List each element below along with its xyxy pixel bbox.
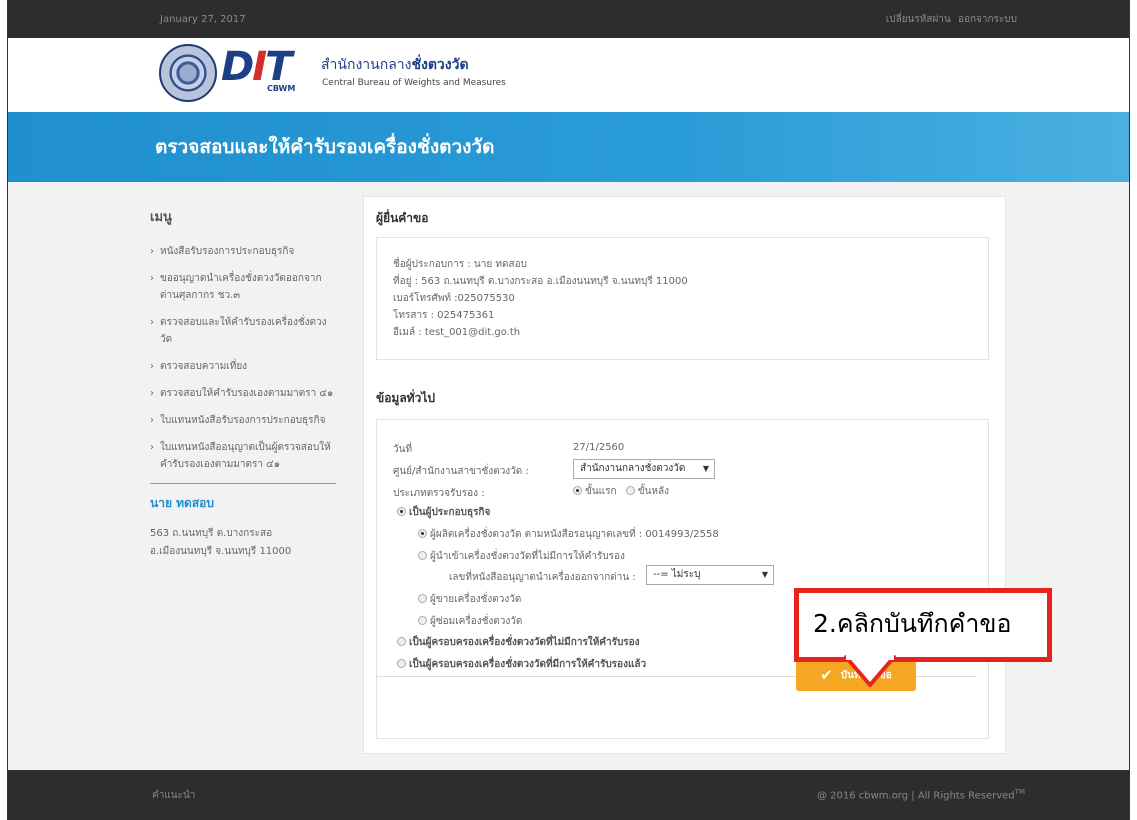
applicant-info: ชื่อผู้ประกอบการ : นาย ทดสอบ ที่อยู่ : 5… (376, 237, 989, 360)
logout-link[interactable]: ออกจากระบบ (958, 14, 1017, 25)
footer-copyright: @ 2016 cbwm.org | All Rights ReservedTM (816, 788, 1025, 802)
chevron-right-icon: › (150, 361, 154, 372)
possessor-certified-radio[interactable] (397, 659, 406, 668)
center-label: ศูนย์/สำนักงานสาขาชั่งตวงวัด : (393, 466, 529, 477)
manufacturer-radio[interactable] (418, 529, 427, 538)
center-select[interactable]: สำนักงานกลางชั่งตวงวัด ▼ (573, 459, 715, 479)
callout-pointer-icon (844, 655, 896, 687)
date-value: 27/1/2560 (573, 442, 625, 453)
chevron-right-icon: › (150, 442, 154, 453)
applicant-fax: โทรสาร : 025475361 (393, 310, 495, 321)
cert-type-first-radio[interactable] (573, 486, 582, 495)
business-operator-option: เป็นผู้ประกอบธุรกิจ (397, 505, 490, 520)
general-section-title: ข้อมูลทั่วไป (376, 391, 435, 405)
menu-title: เมนู (150, 210, 172, 225)
date-label: วันที่ (393, 444, 413, 455)
chevron-right-icon: › (150, 246, 154, 257)
cert-type-options: ขั้นแรก ขั้นหลัง (573, 484, 669, 499)
business-operator-radio[interactable] (397, 507, 406, 516)
applicant-phone: เบอร์โทรศัพท์ :025075530 (393, 293, 515, 304)
chevron-right-icon: › (150, 273, 154, 284)
possessor-certified-option: เป็นผู้ครอบครองเครื่องชั่งตวงวัดที่มีการ… (397, 657, 646, 672)
chevron-right-icon: › (150, 317, 154, 328)
sidebar-item-replacement-cert[interactable]: › ใบแทนหนังสือรับรองการประกอบธุรกิจ (150, 412, 336, 429)
page-title: ตรวจสอบและให้คำรับรองเครื่องชั่งตวงวัด (155, 136, 495, 158)
dropdown-arrow-icon: ▼ (702, 464, 709, 473)
applicant-email: อีเมล์ : test_001@dit.go.th (393, 327, 521, 338)
sidebar: เมนู › หนังสือรับรองการประกอบธุรกิจ › ขออน… (150, 206, 336, 561)
form-panel: ผู้ยื่นคำขอ ชื่อผู้ประกอบการ : นาย ทดสอบ… (363, 196, 1006, 754)
applicant-section-title: ผู้ยื่นคำขอ (376, 211, 429, 225)
check-icon: ✔ (820, 666, 833, 684)
government-seal-icon (159, 44, 217, 102)
sidebar-item-self-certify[interactable]: › ตรวจสอบให้คำรับรองเองตามมาตรา ๔๑ (150, 385, 336, 402)
repairer-option: ผู้ซ่อมเครื่องชั่งตวงวัด (418, 614, 522, 629)
seller-option: ผู้ขายเครื่องชั่งตวงวัด (418, 592, 521, 607)
import-permit-select[interactable]: --= ไม่ระบุ ▼ (646, 565, 774, 585)
annotation-callout: 2.คลิกบันทึกคำขอ (794, 588, 1052, 662)
cbwm-logo-text: CBWM (267, 84, 296, 93)
possessor-uncertified-option: เป็นผู้ครอบครองเครื่องชั่งตวงวัดที่ไม่มี… (397, 635, 640, 650)
sidebar-item-accuracy-check[interactable]: › ตรวจสอบความเที่ยง (150, 358, 336, 375)
page: January 27, 2017 เปลี่ยนรหัสผ่าน ออกจากร… (7, 0, 1130, 820)
dropdown-arrow-icon: ▼ (761, 570, 768, 579)
org-name-english: Central Bureau of Weights and Measures (322, 78, 506, 88)
user-name: นาย ทดสอบ (150, 496, 215, 510)
brand-header: DIT CBWM สำนักงานกลางชั่งตวงวัด Central … (8, 38, 1129, 112)
main-content: เมนู › หนังสือรับรองการประกอบธุรกิจ › ขออน… (8, 182, 1129, 770)
sidebar-item-replacement-permit[interactable]: › ใบแทนหนังสืออนุญาตเป็นผู้ตรวจสอบให้คำรั… (150, 439, 336, 473)
sidebar-item-business-cert[interactable]: › หนังสือรับรองการประกอบธุรกิจ (150, 243, 336, 260)
seller-radio[interactable] (418, 594, 427, 603)
importer-option: ผู้นำเข้าเครื่องชั่งตวงวัดที่ไม่มีการให้… (418, 549, 625, 564)
cert-type-label: ประเภทตรวจรับรอง : (393, 488, 485, 499)
sidebar-divider (150, 483, 336, 484)
page-banner: ตรวจสอบและให้คำรับรองเครื่องชั่งตวงวัด (8, 112, 1129, 182)
applicant-address: ที่อยู่ : 563 ถ.นนทบุรี ต.บางกระสอ อ.เมื… (393, 276, 688, 287)
sidebar-item-export-permit[interactable]: › ขออนุญาตนำเครื่องชั่งตวงวัดออกจากด่านศุ… (150, 270, 336, 304)
possessor-uncertified-radio[interactable] (397, 637, 406, 646)
top-links: เปลี่ยนรหัสผ่าน ออกจากระบบ (882, 12, 1017, 27)
footer: คำแนะนำ @ 2016 cbwm.org | All Rights Res… (8, 770, 1129, 820)
chevron-right-icon: › (150, 415, 154, 426)
import-permit-label: เลขที่หนังสืออนุญาตนำเครื่องออกจากด่าน : (449, 572, 636, 583)
current-date: January 27, 2017 (160, 13, 246, 25)
top-bar: January 27, 2017 เปลี่ยนรหัสผ่าน ออกจากร… (8, 0, 1129, 38)
user-address: 563 ถ.นนทบุรี ต.บางกระสอ อ.เมืองนนทบุรี … (150, 528, 292, 557)
chevron-right-icon: › (150, 388, 154, 399)
cert-type-later-radio[interactable] (625, 486, 635, 495)
manufacturer-option: ผู้ผลิตเครื่องชั่งตวงวัด ตามหนังสือรอนุญ… (418, 527, 719, 542)
repairer-radio[interactable] (418, 616, 427, 625)
change-password-link[interactable]: เปลี่ยนรหัสผ่าน (886, 14, 951, 25)
general-info: วันที่ 27/1/2560 ศูนย์/สำนักงานสาขาชั่งต… (376, 419, 989, 739)
footer-help-link[interactable]: คำแนะนำ (152, 788, 195, 803)
sidebar-item-verify-certify[interactable]: › ตรวจสอบและให้คำรับรองเครื่องชั่งตวงวัด (150, 314, 336, 348)
org-name-thai: สำนักงานกลางชั่งตวงวัด (321, 57, 469, 73)
operator-name: ชื่อผู้ประกอบการ : นาย ทดสอบ (393, 259, 527, 270)
importer-radio[interactable] (418, 551, 427, 560)
